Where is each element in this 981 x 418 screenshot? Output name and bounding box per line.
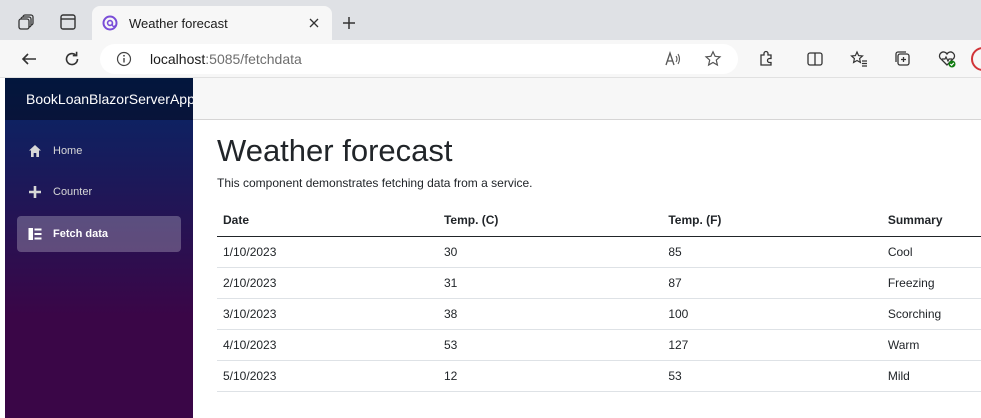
nav-label-counter: Counter: [53, 186, 93, 198]
favorite-star-icon[interactable]: [702, 48, 724, 70]
column-header-temp-f: Temp. (F): [662, 204, 882, 237]
blazor-favicon-icon: [102, 15, 118, 31]
site-info-icon[interactable]: [116, 51, 132, 67]
tab-actions-icon[interactable]: [56, 10, 80, 34]
table-row: 2/10/2023 31 87 Freezing: [217, 267, 981, 299]
url-path: :5085/fetchdata: [205, 51, 302, 67]
forecast-table: Date Temp. (C) Temp. (F) Summary 1/10/20…: [217, 204, 981, 392]
nav-label-fetch-data: Fetch data: [53, 228, 109, 240]
cell-temp-f: 100: [662, 298, 882, 330]
close-tab-icon[interactable]: [305, 14, 323, 32]
sidebar: BookLoanBlazorServerApp Home Counter Fet…: [5, 78, 195, 418]
column-header-summary: Summary: [881, 204, 981, 237]
table-row: 4/10/2023 53 127 Warm: [217, 329, 981, 361]
main-content: Weather forecast This component demonstr…: [193, 78, 981, 418]
url-text: localhost:5085/fetchdata: [150, 51, 302, 67]
cell-date: 2/10/2023: [217, 267, 438, 299]
split-screen-icon[interactable]: [804, 48, 826, 70]
table-row: 1/10/2023 30 85 Cool: [217, 236, 981, 268]
home-icon: [28, 144, 42, 158]
cell-date: 1/10/2023: [217, 236, 438, 268]
browser-toolbar: localhost:5085/fetchdata: [0, 40, 981, 78]
cell-summary: Cool: [881, 236, 981, 268]
browser-essentials-icon[interactable]: [936, 48, 958, 70]
cell-temp-c: 53: [437, 329, 663, 361]
brand-bar: BookLoanBlazorServerApp: [5, 78, 195, 120]
cell-date: 5/10/2023: [217, 360, 438, 392]
page-header: Weather forecast This component demonstr…: [217, 133, 533, 190]
workspaces-icon[interactable]: [15, 10, 39, 34]
cell-temp-f: 53: [662, 360, 882, 392]
new-tab-button[interactable]: [338, 12, 360, 34]
cell-temp-f: 85: [662, 236, 882, 268]
column-header-date: Date: [217, 204, 438, 237]
cell-temp-f: 127: [662, 329, 882, 361]
cell-summary: Warm: [881, 329, 981, 361]
favorites-icon[interactable]: [848, 48, 870, 70]
cell-summary: Scorching: [881, 298, 981, 330]
column-header-temp-c: Temp. (C): [437, 204, 663, 237]
tab-title: Weather forecast: [129, 16, 228, 31]
nav-label-home: Home: [53, 145, 83, 157]
cell-temp-f: 87: [662, 267, 882, 299]
nav-item-fetch-data[interactable]: Fetch data: [17, 216, 181, 252]
back-button[interactable]: [18, 48, 40, 70]
tab-weather-forecast[interactable]: Weather forecast: [92, 6, 332, 40]
cell-temp-c: 31: [437, 267, 663, 299]
cell-date: 4/10/2023: [217, 329, 438, 361]
page-description: This component demonstrates fetching dat…: [217, 176, 533, 190]
nav-item-home[interactable]: Home: [17, 133, 181, 169]
app-root: BookLoanBlazorServerApp Home Counter Fet…: [0, 78, 981, 418]
cell-date: 3/10/2023: [217, 298, 438, 330]
cell-temp-c: 12: [437, 360, 663, 392]
url-host: localhost: [150, 51, 206, 67]
table-row: 3/10/2023 38 100 Scorching: [217, 298, 981, 330]
app-brand[interactable]: BookLoanBlazorServerApp: [5, 91, 195, 107]
cell-temp-c: 30: [437, 236, 663, 268]
profile-avatar[interactable]: [971, 47, 981, 71]
nav-item-counter[interactable]: Counter: [17, 174, 181, 210]
browser-tab-strip: Weather forecast: [0, 0, 981, 40]
top-row: [193, 78, 981, 120]
table-header-row: Date Temp. (C) Temp. (F) Summary: [217, 204, 981, 237]
cell-summary: Mild: [881, 360, 981, 392]
table-row: 5/10/2023 12 53 Mild: [217, 360, 981, 392]
collections-icon[interactable]: [892, 48, 914, 70]
list-icon: [28, 227, 42, 241]
cell-temp-c: 38: [437, 298, 663, 330]
plus-icon: [28, 185, 42, 199]
refresh-button[interactable]: [61, 48, 83, 70]
extensions-icon[interactable]: [755, 48, 777, 70]
address-bar[interactable]: localhost:5085/fetchdata: [100, 44, 738, 74]
read-aloud-icon[interactable]: [662, 48, 684, 70]
page-title: Weather forecast: [217, 133, 453, 168]
cell-summary: Freezing: [881, 267, 981, 299]
